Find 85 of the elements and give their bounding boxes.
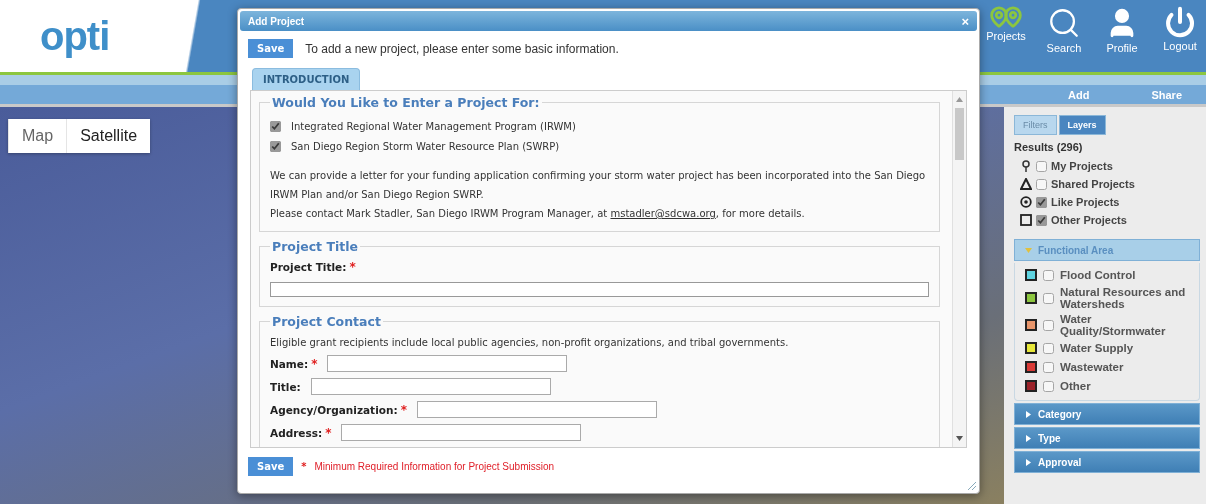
- input-field[interactable]: [310, 378, 551, 395]
- resize-grip-icon[interactable]: [967, 481, 976, 490]
- checkbox[interactable]: [270, 120, 281, 132]
- caret-down-icon: [1025, 246, 1032, 254]
- results-count: Results (296): [1014, 141, 1084, 153]
- field-label: Name:: [270, 357, 309, 370]
- checkbox[interactable]: [1036, 214, 1047, 226]
- save-button[interactable]: Save: [248, 39, 294, 58]
- map-pins-icon: [988, 6, 1024, 28]
- nav-link[interactable]: Profile: [1100, 6, 1144, 72]
- power-icon: [1164, 6, 1196, 38]
- scrollbar[interactable]: [952, 91, 966, 447]
- input-field[interactable]: [341, 424, 582, 441]
- required-mark: *: [325, 425, 332, 440]
- search-icon: [1047, 6, 1081, 40]
- subnav-link[interactable]: Add: [1068, 88, 1090, 101]
- checkbox[interactable]: [1036, 196, 1047, 208]
- option-label: San Diego Region Storm Water Resource Plan (SWRP): [291, 140, 560, 152]
- dialog-title: Add Project: [248, 15, 305, 27]
- category-label: Water Quality/Stormwater: [1060, 313, 1167, 337]
- field-label: Address:: [270, 426, 323, 439]
- checkbox[interactable]: [1043, 269, 1054, 281]
- note-text: Eligible grant recipients include local public agencies, non-profit organizations, and tribal governments.: [270, 336, 790, 350]
- caret-right-icon: [1025, 434, 1032, 442]
- scrollbar-thumb[interactable]: [955, 108, 964, 160]
- checkbox[interactable]: [1036, 178, 1047, 190]
- sidebar-tab[interactable]: Filters: [1014, 115, 1057, 135]
- option-label: Integrated Regional Water Management Program (IRWM): [291, 120, 576, 132]
- section-title: Would You Like to Enter a Project For:: [271, 95, 541, 110]
- checkbox[interactable]: [1036, 160, 1047, 172]
- square-icon: [1020, 214, 1032, 226]
- info-paragraph: Please contact Mark Stadler, San Diego IRWM Program Manager, at mstadler@sdcwa.org, for more details.: [270, 207, 806, 221]
- caret-right-icon: [1025, 410, 1032, 418]
- logo: opti: [40, 13, 110, 59]
- accordion-header[interactable]: Category: [1014, 403, 1200, 425]
- required-mark: *: [400, 402, 407, 417]
- triangle-icon: [1020, 178, 1032, 190]
- subnav-link[interactable]: Share: [1151, 88, 1182, 101]
- checkbox[interactable]: [270, 140, 281, 152]
- category-label: Flood Control: [1060, 269, 1136, 281]
- section-title: Project Contact: [271, 314, 382, 329]
- save-button[interactable]: Save: [248, 457, 294, 476]
- map-type-button[interactable]: Satellite: [66, 119, 151, 153]
- category-label: Natural Resources and Watersheds: [1060, 286, 1187, 310]
- required-note: Minimum Required Information for Project Submission: [314, 461, 555, 472]
- nav-link[interactable]: Search: [1042, 6, 1086, 72]
- input-field[interactable]: [416, 401, 657, 418]
- sidebar-tab[interactable]: Layers: [1058, 115, 1106, 135]
- accordion-header[interactable]: Approval: [1014, 451, 1200, 473]
- info-paragraph: We can provide a letter for your funding application confirming your storm water project has been incorporated into the San Diego IRWM Plan and/or San Diego Region SWRP.: [270, 169, 927, 202]
- close-button[interactable]: ×: [961, 13, 969, 29]
- field-label: Agency/Organization:: [270, 403, 398, 416]
- field-label: Title:: [270, 380, 301, 393]
- nav-link[interactable]: Logout: [1158, 6, 1202, 72]
- category-label: Other: [1060, 380, 1091, 392]
- section-title: Project Title: [271, 239, 359, 254]
- accordion-header[interactable]: Type: [1014, 427, 1200, 449]
- layer-label: Other Projects: [1051, 214, 1127, 226]
- required-mark: *: [311, 356, 318, 371]
- category-label: Water Supply: [1060, 342, 1134, 354]
- layer-label: My Projects: [1051, 160, 1113, 172]
- layer-label: Like Projects: [1051, 196, 1120, 208]
- up-arrow-icon[interactable]: [956, 97, 963, 102]
- required-mark: *: [301, 461, 307, 472]
- caret-right-icon: [1025, 458, 1032, 466]
- dialog-tab[interactable]: INTRODUCTION: [252, 68, 361, 90]
- checkbox[interactable]: [1043, 319, 1054, 331]
- input-field[interactable]: [270, 282, 929, 297]
- pin-icon: [1020, 160, 1032, 172]
- required-mark: *: [349, 260, 356, 274]
- checkbox[interactable]: [1043, 361, 1054, 373]
- input-field[interactable]: [327, 355, 568, 372]
- map-type-button[interactable]: Map: [8, 119, 67, 153]
- email-link[interactable]: mstadler@sdcwa.org: [610, 208, 716, 219]
- checkbox[interactable]: [1043, 380, 1054, 392]
- checkbox[interactable]: [1043, 292, 1054, 304]
- field-label: Project Title:: [270, 261, 347, 273]
- checkbox[interactable]: [1043, 342, 1054, 354]
- accordion-header[interactable]: Functional Area: [1014, 239, 1200, 261]
- layer-label: Shared Projects: [1051, 178, 1135, 190]
- down-arrow-icon[interactable]: [956, 436, 963, 441]
- intro-text: To add a new project, please enter some basic information.: [305, 41, 619, 56]
- category-label: Wastewater: [1060, 361, 1124, 373]
- nav-link[interactable]: Projects: [984, 6, 1028, 72]
- target-icon: [1020, 196, 1032, 208]
